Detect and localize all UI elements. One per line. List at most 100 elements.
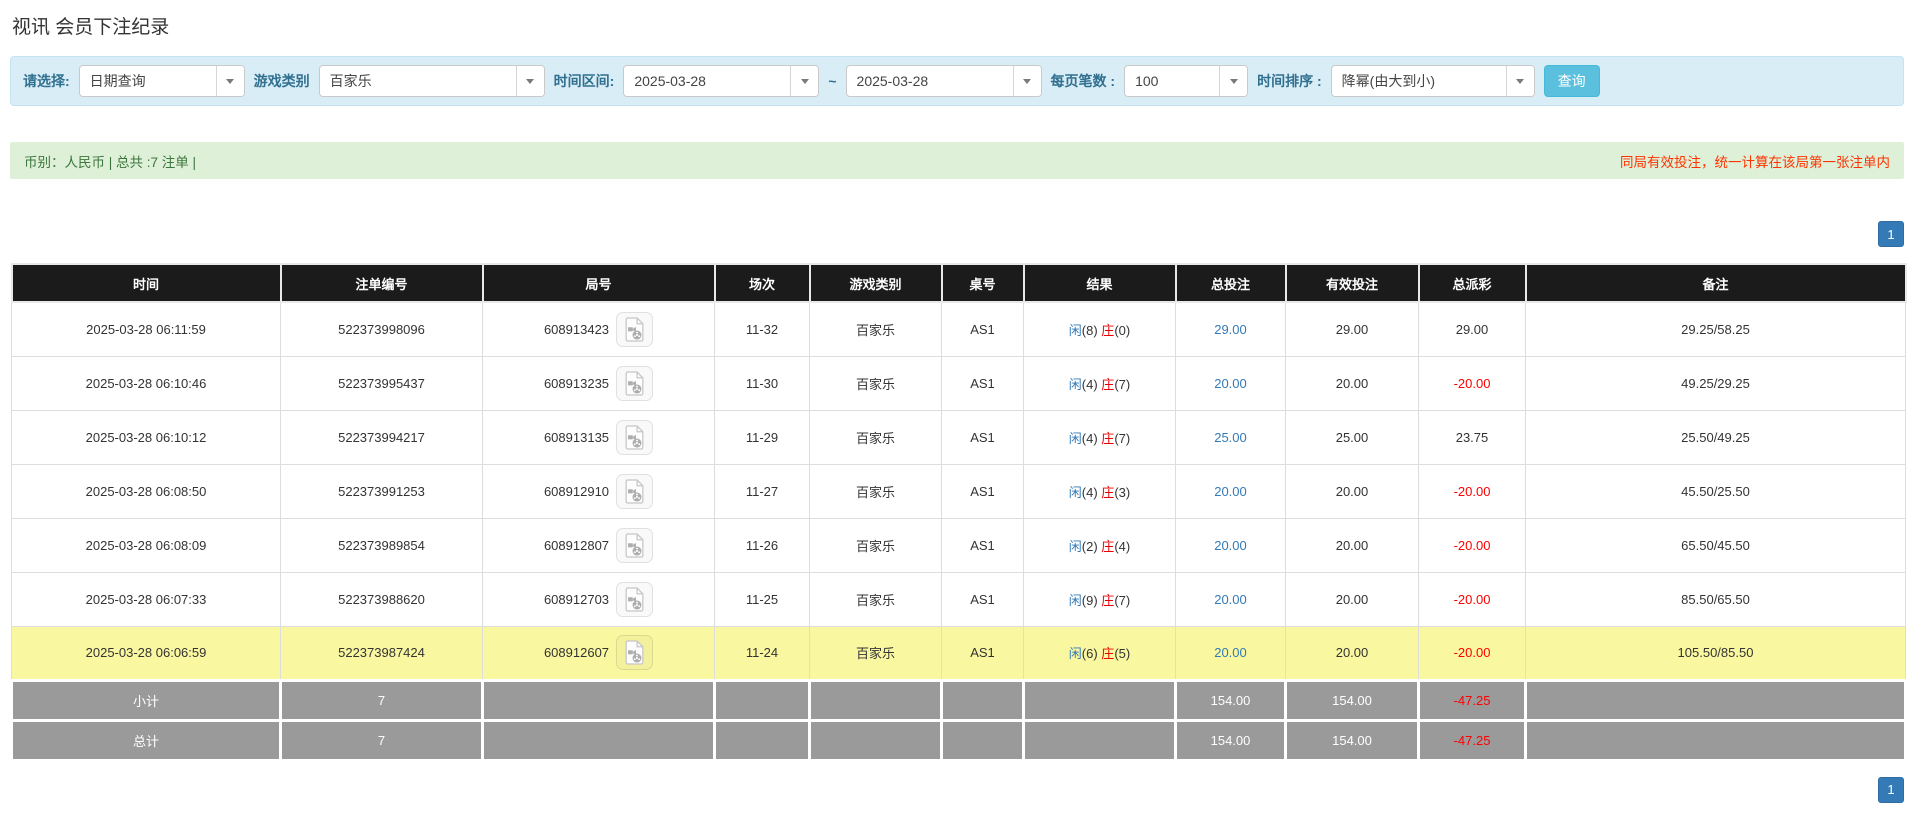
result-player: 闲	[1068, 646, 1082, 661]
cell-payout: -20.00	[1418, 517, 1526, 573]
cell-time: 2025-03-28 06:07:33	[11, 571, 281, 627]
cell-bet-id: 522373991253	[280, 463, 483, 519]
chevron-down-icon[interactable]	[215, 66, 244, 96]
file-video-icon	[625, 478, 644, 504]
cell-total-bet: 25.00	[1175, 409, 1286, 465]
game-category-value: 百家乐	[329, 73, 372, 89]
cell-payout: -20.00	[1418, 625, 1526, 681]
header-table-no: 桌号	[940, 263, 1025, 303]
date-from-value: 2025-03-28	[634, 73, 706, 89]
notice-text: 同局有效投注，统一计算在该局第一张注单内	[1620, 154, 1890, 170]
cell-bet-id: 522373995437	[280, 355, 483, 411]
game-category-select[interactable]: 百家乐	[318, 65, 545, 97]
total-bet-link[interactable]: 25.00	[1214, 430, 1247, 445]
cell-remark: 85.50/65.50	[1525, 571, 1906, 627]
cell-remark: 105.50/85.50	[1525, 625, 1906, 681]
result-player: 闲	[1068, 322, 1082, 338]
cell-game-category: 百家乐	[809, 409, 942, 465]
video-replay-button[interactable]	[616, 635, 654, 670]
video-replay-button[interactable]	[616, 527, 654, 563]
summary-count: 7	[279, 678, 484, 722]
round-id: 608912807	[543, 537, 610, 553]
video-replay-button[interactable]	[616, 581, 654, 617]
page-1-button[interactable]: 1	[1878, 776, 1904, 803]
round-id: 608912607	[543, 645, 610, 660]
page-size-select[interactable]: 100	[1124, 65, 1249, 97]
date-from-select[interactable]: 2025-03-28	[623, 65, 820, 97]
cell-table-no: AS1	[941, 517, 1024, 573]
total-bet-link[interactable]: 20.00	[1214, 538, 1247, 553]
search-button[interactable]: 查询	[1543, 65, 1600, 97]
cell-game-category: 百家乐	[809, 301, 942, 357]
time-sort-select[interactable]: 降幂(由大到小)	[1330, 65, 1535, 97]
total-bet-link[interactable]: 20.00	[1214, 592, 1247, 607]
chevron-down-icon[interactable]	[790, 66, 819, 96]
date-to-select[interactable]: 2025-03-28	[845, 65, 1042, 97]
file-video-icon	[625, 586, 644, 612]
filter-bar: 请选择: 日期查询 游戏类别 百家乐 时间区间: 2025-03-28 ~ 20…	[10, 56, 1904, 106]
cell-bet-id: 522373989854	[280, 517, 483, 573]
round-id: 608913235	[543, 375, 610, 391]
cell-total-bet: 20.00	[1175, 625, 1286, 681]
file-video-icon	[625, 370, 644, 396]
summary-total-bet: 154.00	[1174, 718, 1287, 762]
cell-bet-id: 522373994217	[280, 409, 483, 465]
header-round: 局号	[481, 263, 716, 303]
summary-payout: -47.25	[1417, 678, 1527, 722]
time-sort-value: 降幂(由大到小)	[1341, 73, 1435, 89]
result-banker: 庄	[1101, 322, 1115, 338]
cell-session: 11-30	[714, 355, 810, 411]
header-payout: 总派彩	[1417, 263, 1527, 303]
query-type-select[interactable]: 日期查询	[78, 65, 245, 97]
chevron-down-icon[interactable]	[1012, 66, 1041, 96]
table-row: 2025-03-28 06:10:46 522373995437 608913235…	[11, 355, 1906, 411]
page-1-button[interactable]: 1	[1878, 221, 1904, 247]
chevron-down-icon[interactable]	[1505, 66, 1534, 96]
result-banker: 庄	[1101, 376, 1115, 392]
result-banker: 庄	[1101, 646, 1115, 661]
cell-game-category: 百家乐	[809, 355, 942, 411]
cell-table-no: AS1	[941, 463, 1024, 519]
currency-total-text: 币别：人民币 | 总共 :7 注单 |	[24, 154, 197, 170]
result-player: 闲	[1068, 430, 1082, 446]
cell-round: 608912607	[482, 625, 715, 681]
summary-payout: -47.25	[1417, 718, 1527, 762]
cell-table-no: AS1	[941, 301, 1024, 357]
file-video-icon	[625, 532, 644, 558]
result-banker: 庄	[1101, 430, 1115, 446]
cell-time: 2025-03-28 06:11:59	[11, 301, 281, 357]
video-replay-button[interactable]	[616, 311, 654, 347]
cell-total-bet: 20.00	[1175, 517, 1286, 573]
page-size-label: 每页笔数 :	[1050, 73, 1116, 89]
cell-round: 608912807	[482, 517, 715, 573]
round-id: 608913135	[543, 429, 610, 445]
cell-round: 608912703	[482, 571, 715, 627]
video-replay-button[interactable]	[616, 473, 654, 509]
chevron-down-icon[interactable]	[515, 66, 544, 96]
header-session: 场次	[713, 263, 811, 303]
video-replay-button[interactable]	[616, 365, 654, 401]
header-time: 时间	[10, 263, 282, 303]
total-bet-link[interactable]: 29.00	[1214, 322, 1247, 337]
pagination-top: 1	[10, 221, 1904, 247]
chevron-down-icon[interactable]	[1219, 66, 1248, 96]
video-replay-button[interactable]	[616, 419, 654, 455]
total-bet-link[interactable]: 20.00	[1214, 645, 1247, 660]
cell-result: 闲(6) 庄(5)	[1023, 625, 1176, 681]
header-result: 结果	[1022, 263, 1177, 303]
cell-time: 2025-03-28 06:06:59	[11, 625, 281, 681]
cell-payout: -20.00	[1418, 571, 1526, 627]
total-bet-link[interactable]: 20.00	[1214, 376, 1247, 391]
query-type-label: 请选择:	[23, 73, 70, 89]
cell-bet-id: 522373988620	[280, 571, 483, 627]
cell-remark: 25.50/49.25	[1525, 409, 1906, 465]
cell-session: 11-29	[714, 409, 810, 465]
summary-count: 7	[279, 718, 484, 762]
cell-session: 11-32	[714, 301, 810, 357]
result-player: 闲	[1068, 592, 1082, 608]
table-header-row: 时间 注单编号 局号 场次 游戏类别 桌号 结果 总投注 有效投注 总派彩 备注	[10, 263, 1907, 303]
query-type-value: 日期查询	[89, 73, 146, 89]
total-bet-link[interactable]: 20.00	[1214, 484, 1247, 499]
summary-valid-bet: 154.00	[1284, 678, 1420, 722]
summary-total-bet: 154.00	[1174, 678, 1287, 722]
